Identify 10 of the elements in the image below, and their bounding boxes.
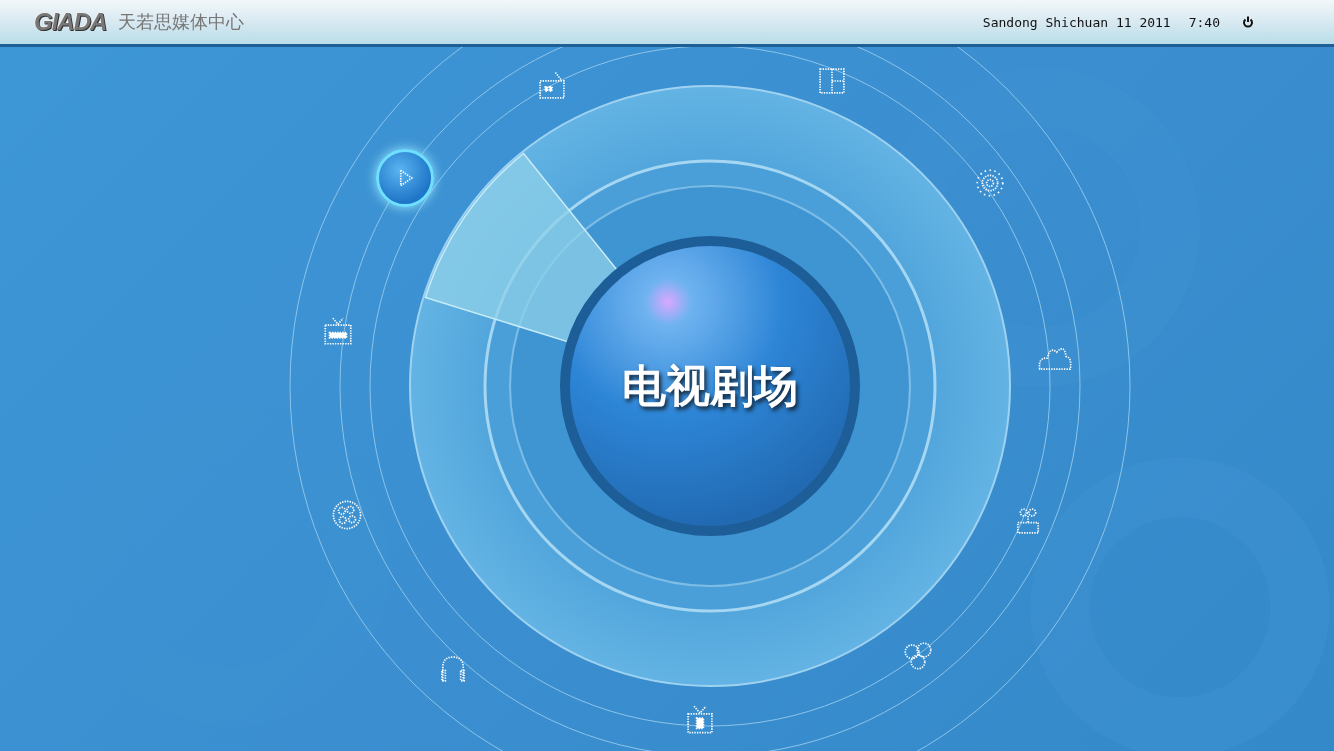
app-title: 天若思媒体中心: [118, 10, 245, 34]
dial-label: 电视剧场: [622, 358, 798, 413]
sparkle-icon: [973, 166, 1007, 200]
reel-icon: [330, 498, 364, 532]
location-date: Sandong Shichuan 11 2011: [982, 14, 1171, 30]
logo: GIADA: [34, 8, 107, 36]
circles-icon: [901, 639, 935, 673]
menu-item[interactable]: [376, 149, 434, 207]
power-icon[interactable]: [1242, 16, 1254, 28]
clock-time: 7:40: [1188, 14, 1220, 30]
